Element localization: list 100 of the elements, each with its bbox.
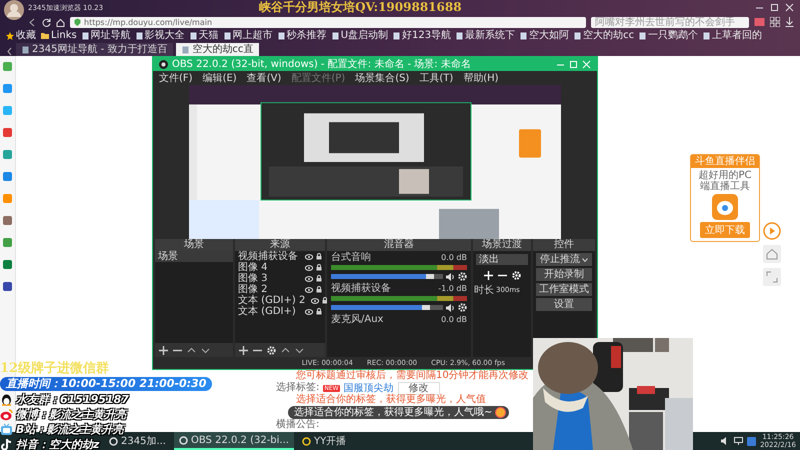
chevron-left-icon[interactable] xyxy=(6,47,13,56)
search-field[interactable]: 阿嘴对李州去世前写的不会剑手 xyxy=(591,16,749,28)
address-bar[interactable]: https://mp.douyu.com/live/main xyxy=(70,16,586,28)
source-item[interactable]: 文本 (GDI+) 2 xyxy=(238,295,306,306)
bookmark-link[interactable]: 影视大全 xyxy=(136,30,185,42)
chevron-up-icon[interactable] xyxy=(187,346,196,354)
app-icon[interactable] xyxy=(3,282,12,291)
eye-icon[interactable] xyxy=(311,298,320,304)
chevron-down-icon[interactable] xyxy=(295,346,304,354)
page-icon xyxy=(332,32,339,40)
app-icon xyxy=(109,436,118,446)
bookmark-link[interactable]: 空大如阿 xyxy=(520,30,570,42)
stream-title-text: 峡谷千分男培女培QV:1909881688 xyxy=(259,0,462,15)
scene-item[interactable]: 场景 xyxy=(155,251,233,262)
transition-dropdown[interactable]: 淡出 xyxy=(476,254,528,265)
channel-reading: 0.0 dB xyxy=(441,252,467,263)
bookmark-link[interactable]: 收藏 xyxy=(6,30,36,42)
lock-icon[interactable] xyxy=(322,297,328,304)
channel-name: 视频捕获设备 xyxy=(331,283,391,294)
control-button[interactable]: 开始录制 xyxy=(536,268,592,281)
bookmark-link[interactable]: 好123导航 xyxy=(393,30,452,42)
bookmark-link[interactable]: Links xyxy=(41,30,77,42)
chevron-down-icon[interactable] xyxy=(201,346,210,354)
menu-item[interactable]: 查看(V) xyxy=(246,71,282,85)
page-icon xyxy=(224,32,231,40)
bookmark-link[interactable]: 最新系统下 xyxy=(456,30,516,42)
edit-button[interactable]: 修改 xyxy=(398,382,440,394)
app-icon xyxy=(302,436,311,446)
caret-icon xyxy=(582,258,588,262)
lock-icon[interactable] xyxy=(316,253,322,260)
menu-item[interactable]: 编辑(E) xyxy=(202,71,237,85)
page-icon xyxy=(136,32,143,40)
source-item[interactable]: 图像 4 xyxy=(238,262,268,273)
download-icon[interactable] xyxy=(785,17,794,27)
source-item[interactable]: 文本 (GDI+) xyxy=(238,306,296,317)
dock-title: 控件 xyxy=(533,239,595,251)
lock-icon[interactable] xyxy=(316,264,322,271)
taskbar-item[interactable]: OBS 22.0.2 (32-bi... xyxy=(174,432,294,450)
app-icon[interactable] xyxy=(3,216,12,225)
browser-tab[interactable]: 空大的劫cc直 xyxy=(176,43,260,56)
bookmark-link[interactable]: 空大的劫cc xyxy=(574,30,634,42)
bookmark-link[interactable]: U盘启动制 xyxy=(332,30,388,42)
bookmark-link[interactable]: 网址导航 xyxy=(82,30,131,42)
speaker-icon[interactable] xyxy=(446,304,455,312)
announcement-label: 横播公告: xyxy=(276,419,320,431)
plus-icon[interactable] xyxy=(239,346,248,354)
menu-item[interactable]: 工具(T) xyxy=(419,71,454,85)
source-item[interactable]: 图像 3 xyxy=(238,273,268,284)
window-title: OBS 22.0.2 (32-bit, windows) - 配置文件: 未命名 - 场景: 未命名 xyxy=(172,58,471,71)
tag-link[interactable]: 国服顶尖劫 xyxy=(344,381,394,395)
eye-icon[interactable] xyxy=(305,308,313,314)
bookmark-link[interactable]: 一只鹦鹉个 xyxy=(639,30,698,42)
page-icon xyxy=(703,32,710,40)
channel-reading: 0.0 dB xyxy=(441,314,467,325)
menu-item[interactable]: 文件(F) xyxy=(159,71,193,85)
taskbar-item[interactable]: YY开播 xyxy=(296,432,352,450)
close-icon[interactable] xyxy=(785,3,794,12)
promo-title: 斗鱼直播伴侣 xyxy=(691,155,759,168)
lock-icon[interactable] xyxy=(316,286,322,293)
network-icon[interactable] xyxy=(734,437,744,445)
gear-icon[interactable] xyxy=(267,346,276,354)
lock-icon[interactable] xyxy=(316,275,322,282)
page-icon xyxy=(520,32,528,40)
page-icon xyxy=(278,32,285,40)
control-button[interactable]: 工作室模式 xyxy=(536,283,592,296)
gear-icon[interactable] xyxy=(458,272,467,281)
notice-text: 您可标题通过审核后，需要间隔10分钟才能再次修改 xyxy=(296,370,530,382)
page-icon xyxy=(82,32,89,40)
bookmark-link[interactable]: 秒杀推荐 xyxy=(278,30,327,42)
app-icon[interactable] xyxy=(3,128,12,137)
volume-slider[interactable] xyxy=(331,305,443,310)
tag-label: 选择标签: xyxy=(276,382,320,394)
source-item[interactable]: 视频捕获设备 xyxy=(238,251,298,262)
home-icon[interactable] xyxy=(56,18,65,26)
eye-icon[interactable] xyxy=(305,276,313,282)
menu-item[interactable]: 帮助(H) xyxy=(463,71,499,85)
maximize-icon[interactable] xyxy=(770,3,779,12)
volume-slider[interactable] xyxy=(331,274,443,279)
eye-icon[interactable] xyxy=(305,264,313,270)
chevron-up-icon[interactable] xyxy=(281,346,290,354)
duration-label: 时长 xyxy=(474,284,494,297)
bookmark-link[interactable]: 上草者回的 xyxy=(703,30,762,42)
eye-icon[interactable] xyxy=(305,286,313,292)
source-item[interactable]: 图像 2 xyxy=(238,284,268,295)
eye-icon[interactable] xyxy=(305,254,313,260)
gear-icon[interactable] xyxy=(458,303,467,312)
lock-icon[interactable] xyxy=(316,308,322,315)
refresh-icon[interactable] xyxy=(42,18,51,26)
control-button[interactable]: 设置 xyxy=(536,298,592,311)
apps-icon[interactable] xyxy=(770,17,780,27)
back-icon[interactable] xyxy=(28,18,37,26)
control-button[interactable]: 停止推流 xyxy=(536,253,592,266)
bookmark-link[interactable]: 网上超市 xyxy=(224,30,273,42)
bookmark-link[interactable]: 天猫 xyxy=(190,30,219,42)
plus-icon[interactable] xyxy=(159,346,168,354)
app-icon[interactable] xyxy=(3,260,12,269)
speaker-icon[interactable] xyxy=(446,272,455,280)
menu-item[interactable]: 场景集合(S) xyxy=(355,71,410,85)
star-icon xyxy=(6,32,14,40)
browser-tab[interactable]: 2345网址导航 - 致力于打造百 xyxy=(16,43,174,56)
